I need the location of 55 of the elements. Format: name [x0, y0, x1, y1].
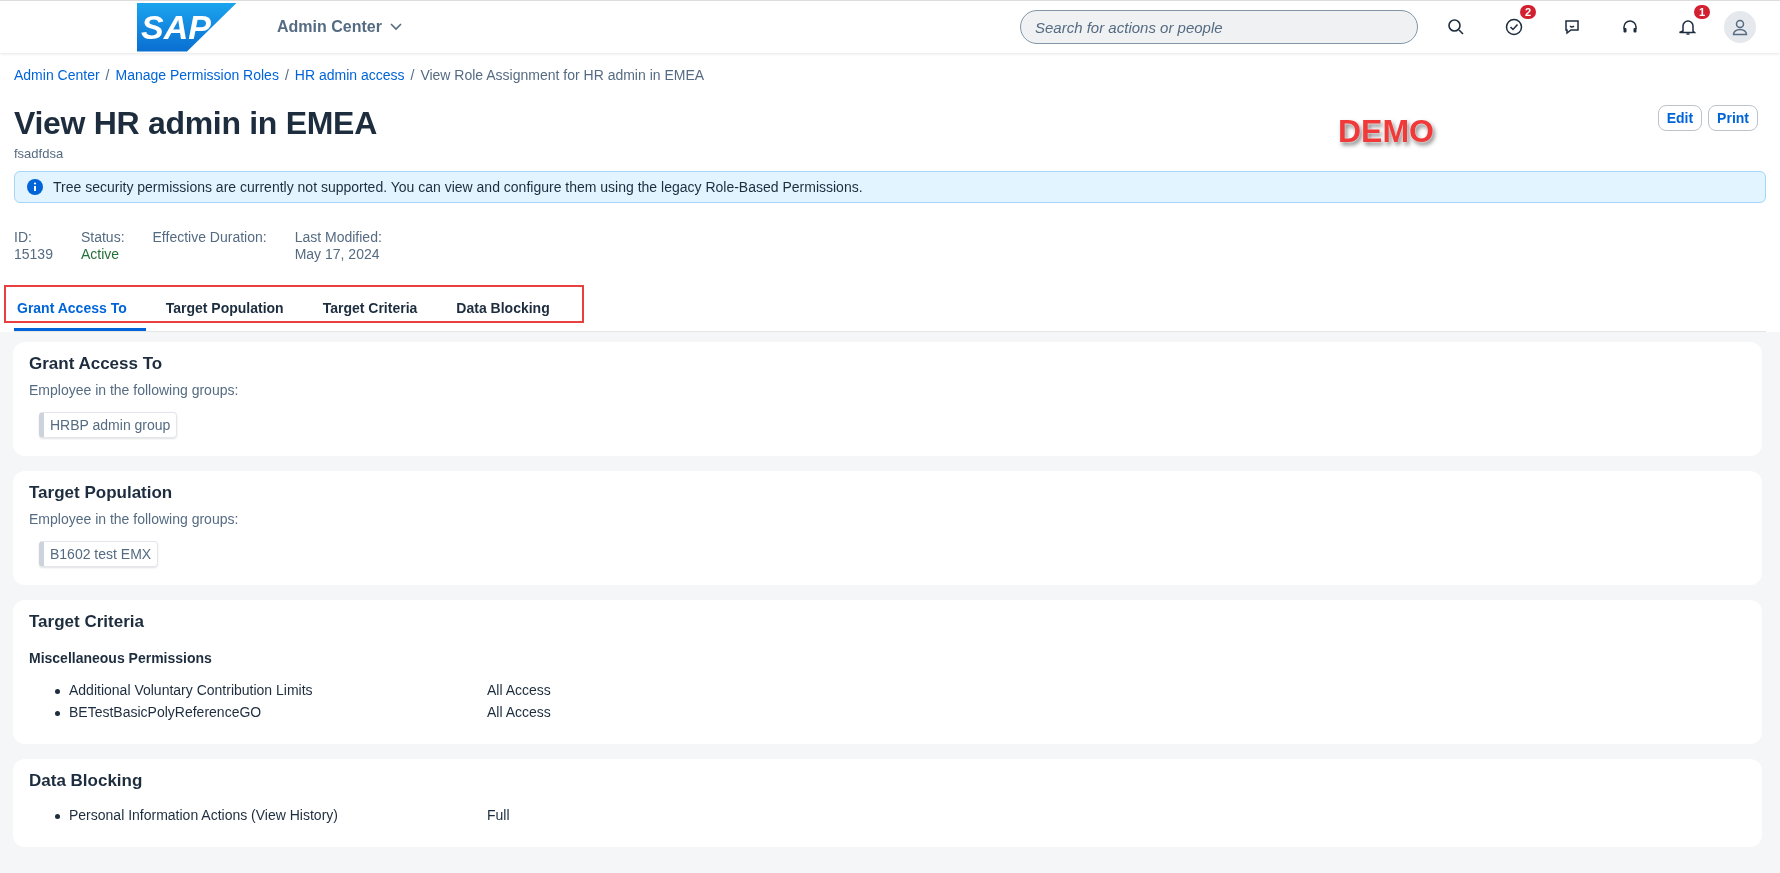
section-title: Target Population	[29, 483, 173, 503]
attribute-label: ID:	[14, 229, 33, 245]
breadcrumb-separator: /	[284, 67, 289, 83]
attribute-label: Status:	[80, 229, 125, 245]
bullet-icon	[55, 711, 60, 716]
permission-access: All Access	[487, 704, 551, 720]
breadcrumb-link[interactable]: Admin Center	[14, 67, 100, 83]
action-button[interactable]: Print	[1708, 105, 1758, 131]
section-title: Data Blocking	[29, 771, 143, 791]
section-title: Target Criteria	[29, 612, 144, 632]
bullet-icon	[55, 689, 60, 694]
breadcrumb-separator: /	[410, 67, 415, 83]
breadcrumb-link[interactable]: HR admin access	[294, 67, 405, 83]
section-title: Grant Access To	[29, 354, 163, 374]
bullet-icon	[55, 814, 60, 819]
count-badge: 2	[1519, 5, 1536, 19]
permission-access: Full	[487, 807, 510, 823]
permission-name: Personal Information Actions (View History)	[69, 807, 339, 823]
page-title: View HR admin in EMEA	[14, 105, 377, 142]
chevron-icon	[389, 23, 402, 31]
permission-access: All Access	[487, 682, 551, 698]
breadcrumb-link[interactable]: Manage Permission Roles	[115, 67, 279, 83]
product-menu[interactable]: Admin Center	[271, 17, 408, 37]
tab[interactable]: Target Population	[162, 290, 303, 331]
attribute-value: Active	[80, 246, 121, 262]
group-token: HRBP admin group	[39, 412, 178, 438]
attribute-value: 15139	[14, 246, 53, 262]
logo: SAP	[137, 2, 237, 52]
section-description: Employee in the following groups:	[29, 511, 240, 527]
permission-name: BETestBasicPolyReferenceGO	[69, 704, 263, 720]
bell-icon	[1679, 18, 1697, 36]
permission-name: Additional Voluntary Contribution Limits	[69, 682, 314, 698]
person-icon	[1731, 18, 1749, 36]
tab[interactable]: Target Criteria	[319, 290, 437, 331]
attribute-label: Effective Duration:	[152, 229, 267, 245]
info-icon	[27, 179, 43, 195]
group-token: B1602 test EMX	[39, 541, 159, 567]
page-subtitle: fsadfdsa	[14, 146, 65, 161]
permission-heading: Miscellaneous Permissions	[29, 650, 213, 666]
notifications-button[interactable]: 1	[1668, 7, 1708, 47]
annotation-text: DEMO	[1338, 113, 1434, 150]
checkmark-icon	[1505, 18, 1523, 36]
action-button[interactable]: Edit	[1657, 105, 1703, 131]
search-field[interactable]: Search for actions or people	[1020, 10, 1418, 44]
avatar-button[interactable]	[1724, 11, 1756, 43]
breadcrumb-current[interactable]: View Role Assignment for HR admin in EMEA	[420, 67, 705, 83]
tab[interactable]: Grant Access To	[14, 290, 146, 331]
section-description: Employee in the following groups:	[29, 382, 240, 398]
tasks-button[interactable]: 2	[1494, 7, 1534, 47]
breadcrumb-separator: /	[105, 67, 110, 83]
attribute-label: Last Modified:	[294, 229, 382, 245]
attribute-value: May 17, 2024	[294, 246, 381, 262]
tab[interactable]: Data Blocking	[453, 290, 569, 331]
count-badge: 1	[1693, 5, 1710, 19]
info-message: Tree security permissions are currently not supported. You can view and configure them using the legacy Role-Based Permissions.	[53, 179, 863, 195]
